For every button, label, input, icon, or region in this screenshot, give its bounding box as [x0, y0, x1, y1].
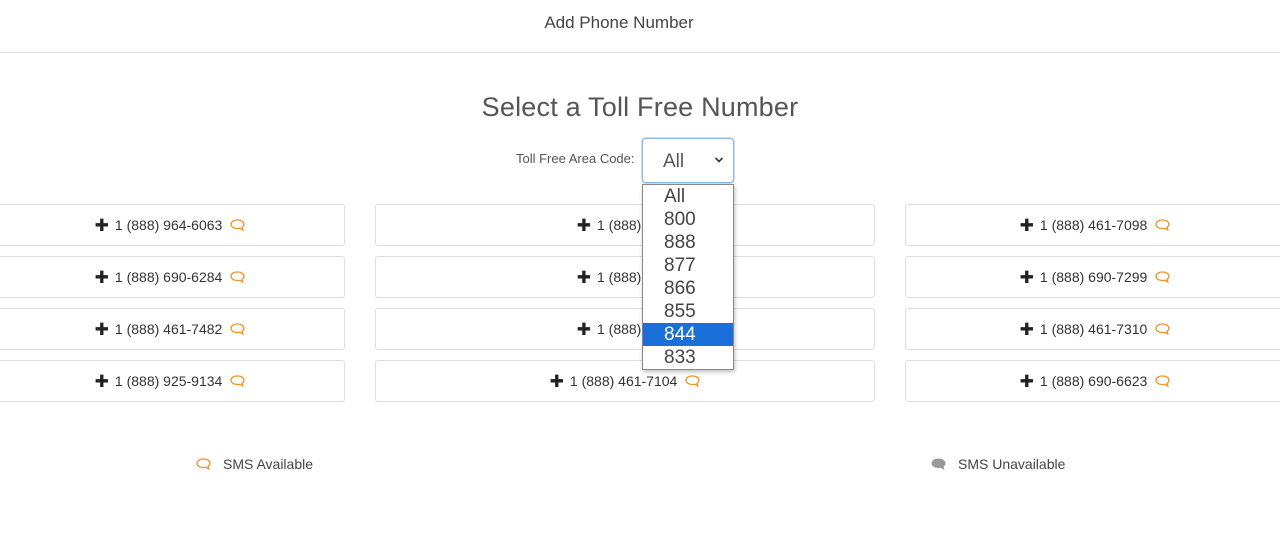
- dropdown-option[interactable]: 877: [643, 254, 733, 277]
- phone-number-card[interactable]: ✚ 1 (888) 461-: [375, 256, 875, 298]
- plus-icon: ✚: [1019, 267, 1034, 287]
- dropdown-option[interactable]: 866: [643, 277, 733, 300]
- dropdown-option[interactable]: 800: [643, 208, 733, 231]
- dropdown-option[interactable]: 833: [643, 346, 733, 369]
- phone-number-card[interactable]: ✚ 1 (888) 690-6623: [905, 360, 1280, 402]
- phone-number: 1 (888) 690-6623: [1039, 373, 1148, 389]
- phone-number: 1 (888) 461-7482: [114, 321, 223, 337]
- sms-available-icon: [230, 375, 245, 387]
- plus-icon: ✚: [94, 319, 109, 339]
- dropdown-option[interactable]: 855: [643, 300, 733, 323]
- area-code-dropdown-list: All 800 888 877 866 855 844 833: [642, 184, 734, 370]
- section-heading: Select a Toll Free Number: [481, 92, 799, 122]
- legend-sms-available: SMS Available: [196, 456, 313, 472]
- dropdown-option-highlighted[interactable]: 844: [643, 323, 733, 346]
- phone-number-card[interactable]: ✚ 1 (888) 461-7104: [375, 360, 875, 402]
- dropdown-option[interactable]: All: [643, 185, 733, 208]
- area-code-selected-value: All: [663, 151, 685, 172]
- dropdown-option[interactable]: 888: [643, 231, 733, 254]
- phone-number-card[interactable]: ✚ 1 (888) 690-7299: [905, 256, 1280, 298]
- sms-unavailable-icon: [931, 458, 946, 470]
- sms-available-icon: [1155, 219, 1170, 231]
- plus-icon: ✚: [1019, 215, 1034, 235]
- plus-icon: ✚: [549, 371, 564, 391]
- area-code-label: Toll Free Area Code:: [516, 151, 635, 166]
- page-title: Add Phone Number: [544, 13, 694, 32]
- phone-number-card[interactable]: ✚ 1 (888) 832-: [375, 204, 875, 246]
- plus-icon: ✚: [1019, 371, 1034, 391]
- phone-number: 1 (888) 461-7104: [569, 373, 678, 389]
- plus-icon: ✚: [94, 371, 109, 391]
- header: Add Phone Number: [0, 0, 1280, 53]
- plus-icon: ✚: [576, 267, 591, 287]
- area-code-select[interactable]: All: [642, 138, 734, 183]
- plus-icon: ✚: [94, 215, 109, 235]
- plus-icon: ✚: [576, 319, 591, 339]
- sms-available-icon: [1155, 375, 1170, 387]
- plus-icon: ✚: [94, 267, 109, 287]
- phone-number-card[interactable]: ✚ 1 (888) 461-7310: [905, 308, 1280, 350]
- legend-label: SMS Available: [223, 456, 314, 472]
- plus-icon: ✚: [576, 215, 591, 235]
- phone-number: 1 (888) 690-7299: [1039, 269, 1148, 285]
- legend-label: SMS Unavailable: [958, 456, 1066, 472]
- phone-number-card[interactable]: ✚ 1 (888) 461-7098: [905, 204, 1280, 246]
- sms-available-icon: [196, 458, 211, 470]
- sms-available-icon: [230, 323, 245, 335]
- phone-number: 1 (888) 461-7310: [1039, 321, 1148, 337]
- phone-number: 1 (888) 690-6284: [114, 269, 223, 285]
- sms-available-icon: [230, 271, 245, 283]
- sms-available-icon: [1155, 271, 1170, 283]
- phone-number-card[interactable]: ✚ 1 (888) 690-6284: [0, 256, 345, 298]
- legend-sms-unavailable: SMS Unavailable: [931, 456, 1065, 472]
- phone-number-card[interactable]: ✚ 1 (888) 925-: [375, 308, 875, 350]
- sms-available-icon: [230, 219, 245, 231]
- sms-available-icon: [1155, 323, 1170, 335]
- phone-number-card[interactable]: ✚ 1 (888) 925-9134: [0, 360, 345, 402]
- phone-number-card[interactable]: ✚ 1 (888) 964-6063: [0, 204, 345, 246]
- sms-available-icon: [685, 375, 700, 387]
- phone-number: 1 (888) 925-9134: [114, 373, 223, 389]
- phone-number-card[interactable]: ✚ 1 (888) 461-7482: [0, 308, 345, 350]
- phone-number: 1 (888) 964-6063: [114, 217, 223, 233]
- plus-icon: ✚: [1019, 319, 1034, 339]
- phone-number: 1 (888) 461-7098: [1039, 217, 1148, 233]
- chevron-down-icon: [714, 157, 724, 163]
